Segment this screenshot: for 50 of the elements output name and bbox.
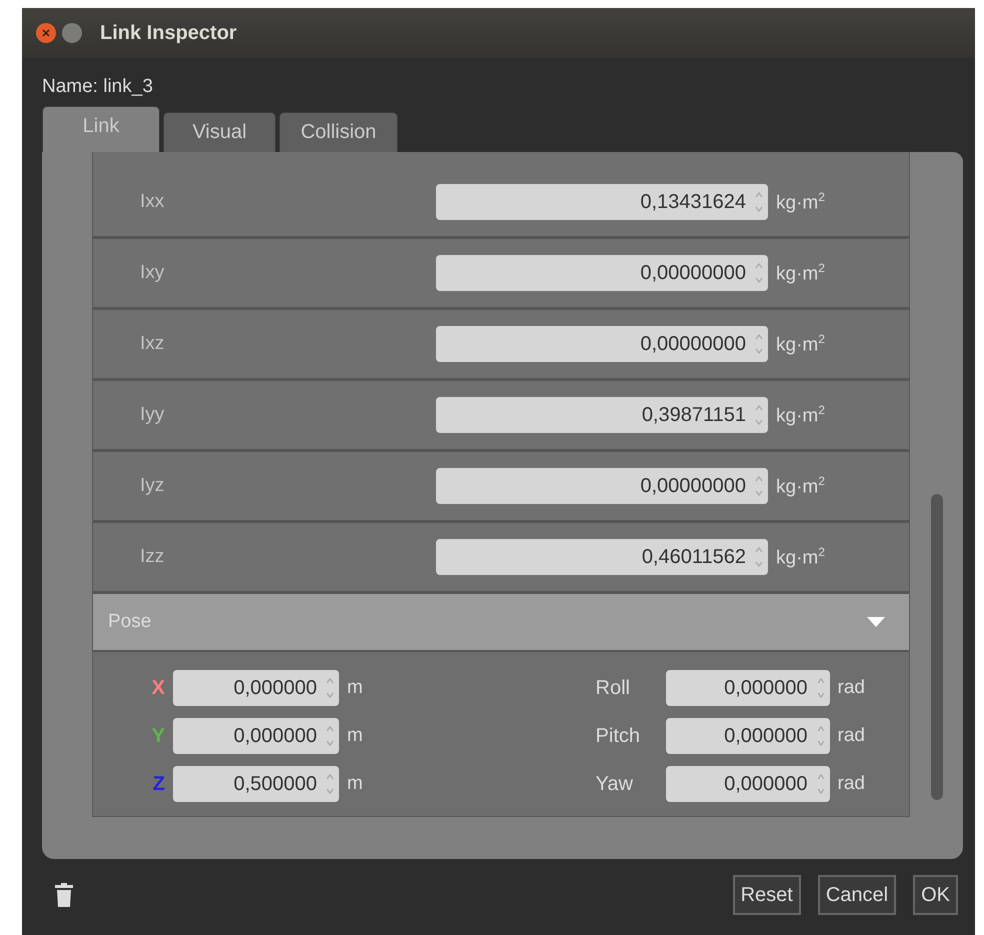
unit-label: kg·m$^{2}$: [776, 190, 825, 214]
dialog-button[interactable]: OK: [913, 875, 958, 915]
tab[interactable]: Visual: [163, 112, 276, 152]
scrollbar-thumb[interactable]: [931, 494, 943, 800]
unit-label: kg·m$^{2}$: [776, 260, 825, 286]
number-field[interactable]: 0,00000000: [436, 468, 768, 504]
axis-label: Z: [152, 772, 166, 796]
number-field[interactable]: 0,000000: [173, 670, 339, 706]
link-name-label: Name: link_3: [42, 76, 153, 98]
number-field[interactable]: 0,46011562: [436, 539, 768, 575]
maximize-button[interactable]: [62, 23, 82, 43]
unit-label: m: [347, 725, 363, 747]
number-field[interactable]: 0,00000000: [436, 326, 768, 362]
rotation-label: Pitch: [596, 724, 641, 748]
unit-label: rad: [838, 773, 865, 795]
axis-label: X: [150, 676, 166, 700]
property-label: Ixy: [139, 262, 166, 284]
rotation-label: Roll: [596, 676, 631, 700]
trash-icon[interactable]: [55, 883, 73, 907]
close-button[interactable]: [36, 23, 56, 43]
property-label: Iyy: [139, 404, 166, 426]
number-field[interactable]: 0,000000: [666, 766, 830, 802]
axis-label: Y: [150, 724, 166, 748]
number-field[interactable]: 0,000000: [666, 670, 830, 706]
number-field[interactable]: 0,000000: [666, 718, 830, 754]
collapse-arrow-icon[interactable]: [867, 617, 885, 627]
number-field[interactable]: 0,000000: [173, 718, 339, 754]
property-label: Ixz: [139, 333, 166, 355]
dialog-button[interactable]: Reset: [732, 875, 801, 915]
unit-label: kg·m$^{2}$: [776, 474, 825, 498]
unit-label: kg·m$^{2}$: [776, 544, 825, 570]
unit-label: rad: [838, 725, 865, 747]
property-label: Ixx: [139, 191, 166, 213]
section-title: Pose: [108, 611, 152, 633]
property-label: Izz: [139, 546, 166, 568]
dialog-button[interactable]: Cancel: [818, 875, 896, 915]
property-label: Iyz: [139, 475, 166, 497]
close-icon[interactable]: [42, 29, 50, 37]
number-field[interactable]: 0,500000: [173, 766, 339, 802]
rotation-label: Yaw: [596, 772, 634, 796]
unit-label: kg·m$^{2}$: [776, 402, 825, 428]
number-field[interactable]: 0,39871151: [436, 397, 768, 433]
tab[interactable]: Collision: [279, 112, 398, 152]
unit-label: rad: [838, 677, 865, 699]
number-field[interactable]: 0,13431624: [436, 184, 768, 220]
unit-label: m: [347, 677, 363, 699]
unit-label: m: [347, 773, 363, 795]
unit-label: kg·m$^{2}$: [776, 332, 825, 356]
number-field[interactable]: 0,00000000: [436, 255, 768, 291]
window-title: Link Inspector: [100, 22, 237, 44]
